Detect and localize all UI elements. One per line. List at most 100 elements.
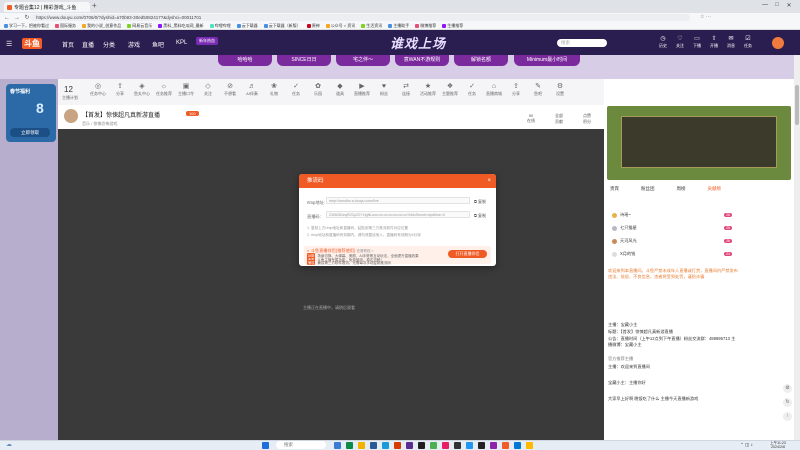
tab-weekly[interactable]: 周榜 [677,186,686,192]
bookmark-item[interactable]: 原神 [306,23,320,29]
close-window-icon[interactable]: ✕ [784,2,794,10]
weather-icon[interactable]: ☁ [6,441,12,448]
menu-icon[interactable]: ☰ [6,40,12,48]
app-icon[interactable] [370,442,377,449]
search-input[interactable]: 搜索 [557,39,607,47]
settings-gear-icon[interactable]: ⚙ [783,384,792,393]
toolbar-item[interactable]: ♥ 粉丝 [374,82,394,97]
taskbar-search[interactable]: 搜索 [276,441,326,449]
tasks-button[interactable]: ☑ 任务 [741,36,755,50]
bookmark-item[interactable]: 我的小说_创意作品 [82,23,121,29]
nav-games[interactable]: 游戏 [128,40,140,49]
rank-row[interactable]: 诗瑶~ 26 [612,211,732,219]
nav-fishbar[interactable]: 鱼吧 [152,40,164,49]
banner-pill[interactable]: 哈哈哈 [218,55,272,66]
copy-rtmp-button[interactable]: ⧉ 复制 [474,199,486,205]
minimize-icon[interactable]: — [760,2,770,10]
points-stat[interactable]: 点赞 积分 [576,113,598,125]
rank-tabs[interactable]: 贵宾 粉丝团 周榜 贡献榜 [610,186,721,192]
toolbar-item[interactable]: ⇄ 连接 [396,82,416,97]
bookmark-item[interactable]: 云下载器（新版） [263,23,301,29]
app-icon[interactable] [406,442,413,449]
clock[interactable]: 上午11:23 2024/2/8 [770,441,786,449]
toolbar-item[interactable]: ⇪ 分享 [110,82,130,97]
toolbar-item[interactable]: ◎ 任务中心 [88,82,108,97]
toolbar-item[interactable]: ✓ 任务 [462,82,482,97]
url-input[interactable]: https://www.douyu.com/0706/0/?dyshid=a70… [30,14,690,21]
bookmark-item[interactable]: 主播助手 [388,23,409,29]
banner-pill[interactable]: 宅之伴～ [336,55,390,66]
close-icon[interactable]: × [487,174,491,188]
app-icon[interactable] [394,442,401,449]
bookmark-item[interactable]: 云下载器 [236,23,258,29]
toolbar-item[interactable]: ⇪ 分享 [506,82,526,97]
app-icon[interactable] [442,442,449,449]
toolbar-item[interactable]: ❀ 礼物 [264,82,284,97]
toolbar-item[interactable]: ✎ 鱼吧 [528,82,548,97]
toolbar-item[interactable]: ⊘ 不想看 [220,82,240,97]
contrib-stat[interactable]: 全部 贡献 [548,113,570,125]
scrollbar-thumb[interactable] [795,85,799,125]
bookmark-item[interactable]: 黑料_黑料吃瓜网_最新 [158,23,204,29]
toolbar-item[interactable]: ◈ 鱼丸中心 [132,82,152,97]
streamer-avatar[interactable] [64,109,78,123]
toolbar-item[interactable]: ♬ AI伴奏 [242,82,262,97]
history-button[interactable]: ◷ 历史 [656,36,670,50]
rank-row[interactable]: X月的钱 24 [612,250,732,258]
app-icon[interactable] [526,442,533,449]
edge-icon[interactable] [382,442,389,449]
extensions-icon[interactable]: ☆ ⋯ [700,14,711,20]
nav-home[interactable]: 首页 [62,40,74,49]
bookmark-item[interactable]: 哔哩哔哩 [209,23,231,29]
promo-badge[interactable]: 新年热血 [196,37,218,45]
nav-category[interactable]: 分类 [103,40,115,49]
download-button[interactable]: ▭ 下播 [690,36,704,50]
app-icon[interactable] [454,442,461,449]
folder-icon[interactable] [358,442,365,449]
rank-row[interactable]: 天河风光 26 [612,237,732,245]
start-menu-icon[interactable] [262,442,269,449]
follow-button[interactable]: ♡ 关注 [673,36,687,50]
nav-kpl[interactable]: KPL [176,40,187,46]
toolbar-item[interactable]: ★ 活动推荐 [418,82,438,97]
toolbar-item[interactable]: ⌂ 直播商城 [484,82,504,97]
taskview-icon[interactable] [334,442,341,449]
bookmark-item[interactable]: 生播推荐 [442,23,463,29]
bookmark-item[interactable]: 生活资讯 [361,23,382,29]
game-preview-image[interactable] [607,106,791,180]
toolbar-item[interactable]: ✿ 乐园 [308,82,328,97]
rtmp-field[interactable]: rtmp://sendfw-a.douyu.com/live [326,197,470,204]
nav-live[interactable]: 直播 [82,40,94,49]
app-icon[interactable] [490,442,497,449]
rank-row[interactable]: 七只猫星 25 [612,224,732,232]
tab-vip[interactable]: 贵宾 [610,186,619,192]
forward-icon[interactable]: → [14,15,20,21]
open-companion-button[interactable]: 打开直播伴侣 [448,250,487,258]
refresh-chat-icon[interactable]: ↻ [783,398,792,407]
bookmark-item[interactable]: 网易云音乐 [127,23,152,29]
toolbar-item[interactable]: ▶ 直播推荐 [352,82,372,97]
left-promo-card[interactable]: 春节福利 8 立即领取 [6,84,56,142]
tab-fans[interactable]: 粉丝团 [641,186,655,192]
douyu-logo[interactable]: 斗鱼 [22,38,43,49]
banner-pill[interactable]: SINCE日日 [277,55,331,66]
stream-key-field[interactable]: 2306281eqR2Cp22Y1fgNLw••••••••••••••••••… [326,211,470,218]
toolbar-item[interactable]: ◇ 关注 [198,82,218,97]
bookmark-item[interactable]: 国际服务 [55,23,76,29]
app-icon[interactable] [418,442,425,449]
toolbar-item[interactable]: ✓ 任务 [286,82,306,97]
bookmark-item[interactable]: 微博推荐 [415,23,436,29]
douyu-taskbar-icon[interactable] [502,442,509,449]
toolbar-item[interactable]: ❖ 主题推荐 [440,82,460,97]
start-live-button[interactable]: ⇧ 开播 [707,36,721,50]
new-tab-plus-icon[interactable]: + [92,2,100,10]
app-icon[interactable] [466,442,473,449]
tab-contrib[interactable]: 贡献榜 [708,186,722,192]
toolbar-item[interactable]: ◆ 道具 [330,82,350,97]
avatar[interactable] [772,37,784,49]
banner-pill[interactable]: 意WAN不游规则 [395,55,449,66]
banner-pill[interactable]: 解锁名额 [454,55,508,66]
messages-button[interactable]: ✉ 消息 [724,36,738,50]
back-icon[interactable]: ← [4,15,10,21]
toolbar-item[interactable]: ☼ 任务推荐 [154,82,174,97]
